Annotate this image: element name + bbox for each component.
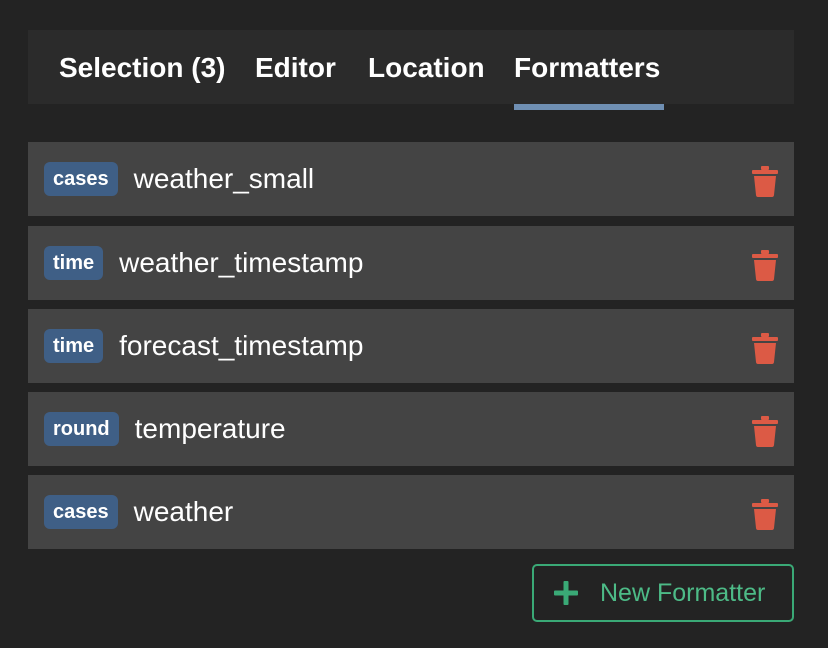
formatter-row[interactable]: time forecast_timestamp xyxy=(28,309,794,383)
tab-selection[interactable]: Selection (3) xyxy=(59,30,225,110)
new-formatter-button[interactable]: New Formatter xyxy=(532,564,794,622)
formatter-row[interactable]: time weather_timestamp xyxy=(28,226,794,300)
formatter-name: weather_timestamp xyxy=(119,247,364,278)
formatter-name: weather_small xyxy=(133,163,315,194)
formatter-type-badge: time xyxy=(44,246,104,280)
formatter-row[interactable]: round temperature xyxy=(28,392,794,466)
tab-editor[interactable]: Editor xyxy=(255,30,339,110)
new-formatter-label: New Formatter xyxy=(600,578,766,607)
formatter-type-badge: cases xyxy=(44,495,118,529)
plus-icon xyxy=(554,581,578,605)
trash-icon[interactable] xyxy=(752,166,778,197)
tab-location[interactable]: Location xyxy=(368,30,485,110)
trash-icon[interactable] xyxy=(752,499,778,530)
tab-bar: Selection (3) Editor Location Formatters xyxy=(28,30,794,110)
trash-icon[interactable] xyxy=(752,250,778,281)
formatter-row[interactable]: cases weather xyxy=(28,475,794,549)
formatter-name: forecast_timestamp xyxy=(119,330,364,361)
formatter-row[interactable]: cases weather_small xyxy=(28,142,794,216)
formatter-name: temperature xyxy=(134,413,286,444)
formatter-type-badge: round xyxy=(44,412,119,446)
formatter-name: weather xyxy=(133,496,234,527)
trash-icon[interactable] xyxy=(752,416,778,447)
tab-formatters[interactable]: Formatters xyxy=(514,30,664,110)
formatter-type-badge: time xyxy=(44,329,104,363)
trash-icon[interactable] xyxy=(752,333,778,364)
formatter-type-badge: cases xyxy=(44,162,118,196)
